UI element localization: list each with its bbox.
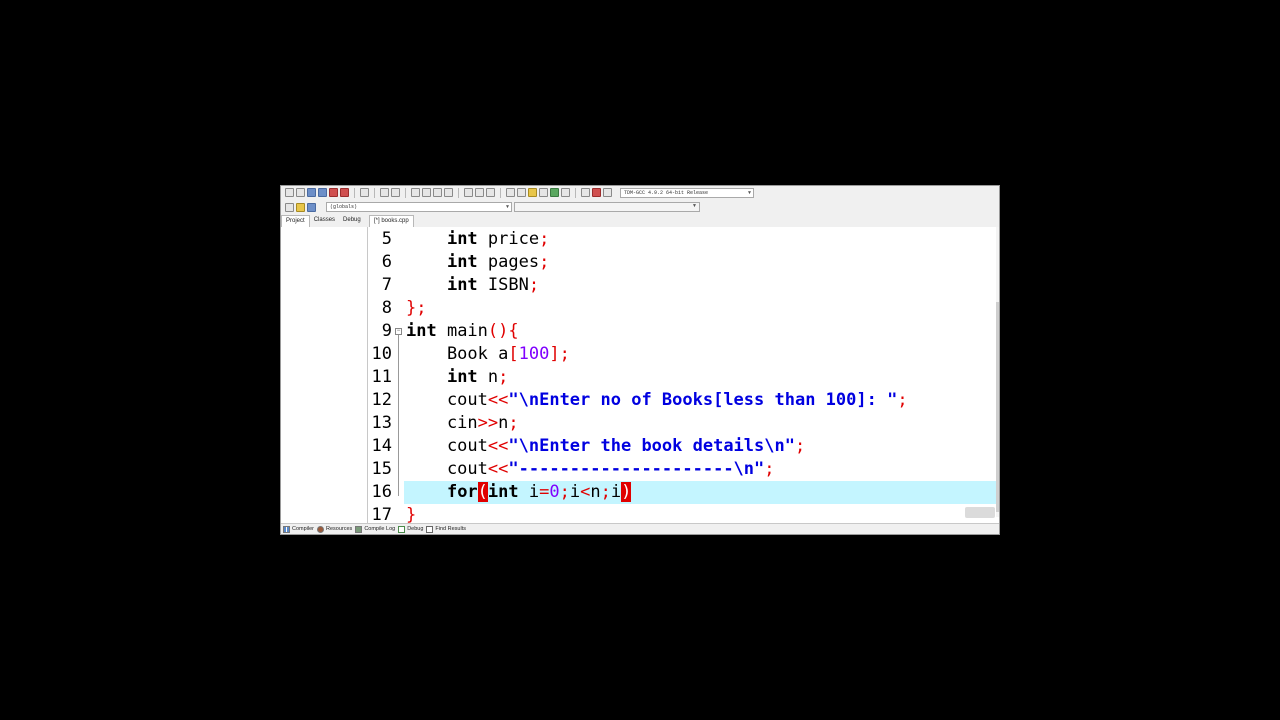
find-icon[interactable] <box>411 188 420 197</box>
line-number: 9 <box>381 321 392 341</box>
rebuild-icon[interactable] <box>539 188 548 197</box>
line-number: 15 <box>371 459 392 479</box>
tab-resources-label: Resources <box>326 526 353 532</box>
tab-classes[interactable]: Classes <box>310 215 339 227</box>
redo-icon[interactable] <box>391 188 400 197</box>
tab-find-results[interactable]: Find Results <box>426 525 466 533</box>
scope-select-value: (globals) <box>330 204 358 210</box>
resources-icon <box>317 525 325 533</box>
debug-check-icon <box>398 525 406 533</box>
tab-compiler-label: Compiler <box>292 526 315 532</box>
find-results-icon <box>426 525 434 533</box>
tab-compiler[interactable]: Compiler <box>283 525 315 533</box>
toolbar-separator <box>405 187 406 198</box>
line-number: 17 <box>371 505 392 523</box>
code-line[interactable]: int price; <box>406 228 999 251</box>
compiler-select-value: TDM-GCC 4.9.2 64-bit Release <box>624 189 709 196</box>
line-number: 5 <box>381 229 392 249</box>
line-number: 16 <box>371 482 392 502</box>
code-line[interactable]: } <box>406 504 999 523</box>
bottom-panel-tabs: Compiler Resources Compile Log Debug Fin… <box>281 523 999 534</box>
chart-icon[interactable] <box>581 188 590 197</box>
code-line[interactable]: int pages; <box>406 251 999 274</box>
toolbar-separator <box>458 187 459 198</box>
tab-debug-output[interactable]: Debug <box>398 525 424 533</box>
run-icon[interactable] <box>517 188 526 197</box>
compile-log-icon <box>355 525 363 533</box>
goto-icon[interactable] <box>603 188 612 197</box>
tab-find-results-label: Find Results <box>435 526 466 532</box>
left-panel-tabs: Project Classes Debug <box>281 215 367 227</box>
code-line[interactable]: int main(){ <box>406 320 999 343</box>
line-number: 6 <box>381 252 392 272</box>
line-number: 11 <box>371 367 392 387</box>
close-file-icon[interactable] <box>329 188 338 197</box>
close-all-icon[interactable] <box>340 188 349 197</box>
debug-icon[interactable] <box>561 188 570 197</box>
forward-icon[interactable] <box>475 188 484 197</box>
toolbar-separator <box>500 187 501 198</box>
main-toolbar: TDM-GCC 4.9.2 64-bit Release ▼ <box>281 186 999 199</box>
chevron-down-icon: ▼ <box>692 203 697 209</box>
line-number: 8 <box>381 298 392 318</box>
compile-run-icon[interactable] <box>528 188 537 197</box>
code-line[interactable]: }; <box>406 297 999 320</box>
editor-tab-books-cpp[interactable]: [*] books.cpp <box>369 215 414 227</box>
fold-collapse-icon[interactable]: − <box>395 328 402 335</box>
member-select[interactable]: ▼ <box>514 202 700 212</box>
back-icon[interactable] <box>464 188 473 197</box>
new-file-icon[interactable] <box>285 188 294 197</box>
line-number: 13 <box>371 413 392 433</box>
code-line[interactable]: int n; <box>406 366 999 389</box>
undo-icon[interactable] <box>380 188 389 197</box>
project-panel <box>281 227 368 523</box>
compiler-icon <box>283 525 290 533</box>
toolbar-separator <box>575 187 576 198</box>
code-line[interactable]: int ISBN; <box>406 274 999 297</box>
unindent-icon[interactable] <box>444 188 453 197</box>
save-all-icon[interactable] <box>318 188 327 197</box>
tab-resources[interactable]: Resources <box>317 525 353 533</box>
save-icon[interactable] <box>307 188 316 197</box>
tab-project[interactable]: Project <box>281 215 310 227</box>
bookmark-icon[interactable] <box>486 188 495 197</box>
print-icon[interactable] <box>360 188 369 197</box>
code-editor[interactable]: 5 6 7 8 9 10 11 12 13 14 15 16 17 int price; int pag… <box>368 227 999 523</box>
line-number: 14 <box>371 436 392 456</box>
insert-icon[interactable] <box>285 202 294 212</box>
line-number-gutter: 5 6 7 8 9 10 11 12 13 14 15 16 17 <box>368 227 396 523</box>
tab-compile-log[interactable]: Compile Log <box>355 525 396 533</box>
chevron-down-icon: ▼ <box>747 189 751 196</box>
check-icon[interactable] <box>550 188 559 197</box>
code-line[interactable]: cout<<"---------------------\n"; <box>406 458 999 481</box>
replace-icon[interactable] <box>422 188 431 197</box>
line-number: 10 <box>371 344 392 364</box>
code-line-current[interactable]: for(int i=0;i<n;i) <box>404 481 996 504</box>
scope-select[interactable]: (globals) ▼ <box>326 202 512 212</box>
code-line[interactable]: Book a[100]; <box>406 343 999 366</box>
open-file-icon[interactable] <box>296 188 305 197</box>
code-line[interactable]: cout<<"\nEnter the book details\n"; <box>406 435 999 458</box>
tab-compile-log-label: Compile Log <box>364 526 396 532</box>
ide-window: TDM-GCC 4.9.2 64-bit Release ▼ (globals)… <box>280 185 1000 535</box>
indent-icon[interactable] <box>433 188 442 197</box>
code-line[interactable]: cout<<"\nEnter no of Books[less than 100… <box>406 389 999 412</box>
code-line[interactable]: cin>>n; <box>406 412 999 435</box>
line-number: 7 <box>381 275 392 295</box>
compiler-select[interactable]: TDM-GCC 4.9.2 64-bit Release ▼ <box>620 187 754 198</box>
compile-icon[interactable] <box>506 188 515 197</box>
tab-debug-label: Debug <box>407 526 424 532</box>
toolbar-separator <box>354 187 355 198</box>
chevron-down-icon: ▼ <box>505 204 509 210</box>
goto-bookmark-icon[interactable] <box>307 202 316 212</box>
profile-delete-icon[interactable] <box>592 188 601 197</box>
tab-debug[interactable]: Debug <box>339 215 365 227</box>
fold-guide-line <box>398 335 399 496</box>
toggle-bookmark-icon[interactable] <box>296 202 305 212</box>
secondary-toolbar: (globals) ▼ ▼ <box>281 201 999 213</box>
toolbar-separator <box>374 187 375 198</box>
line-number: 12 <box>371 390 392 410</box>
